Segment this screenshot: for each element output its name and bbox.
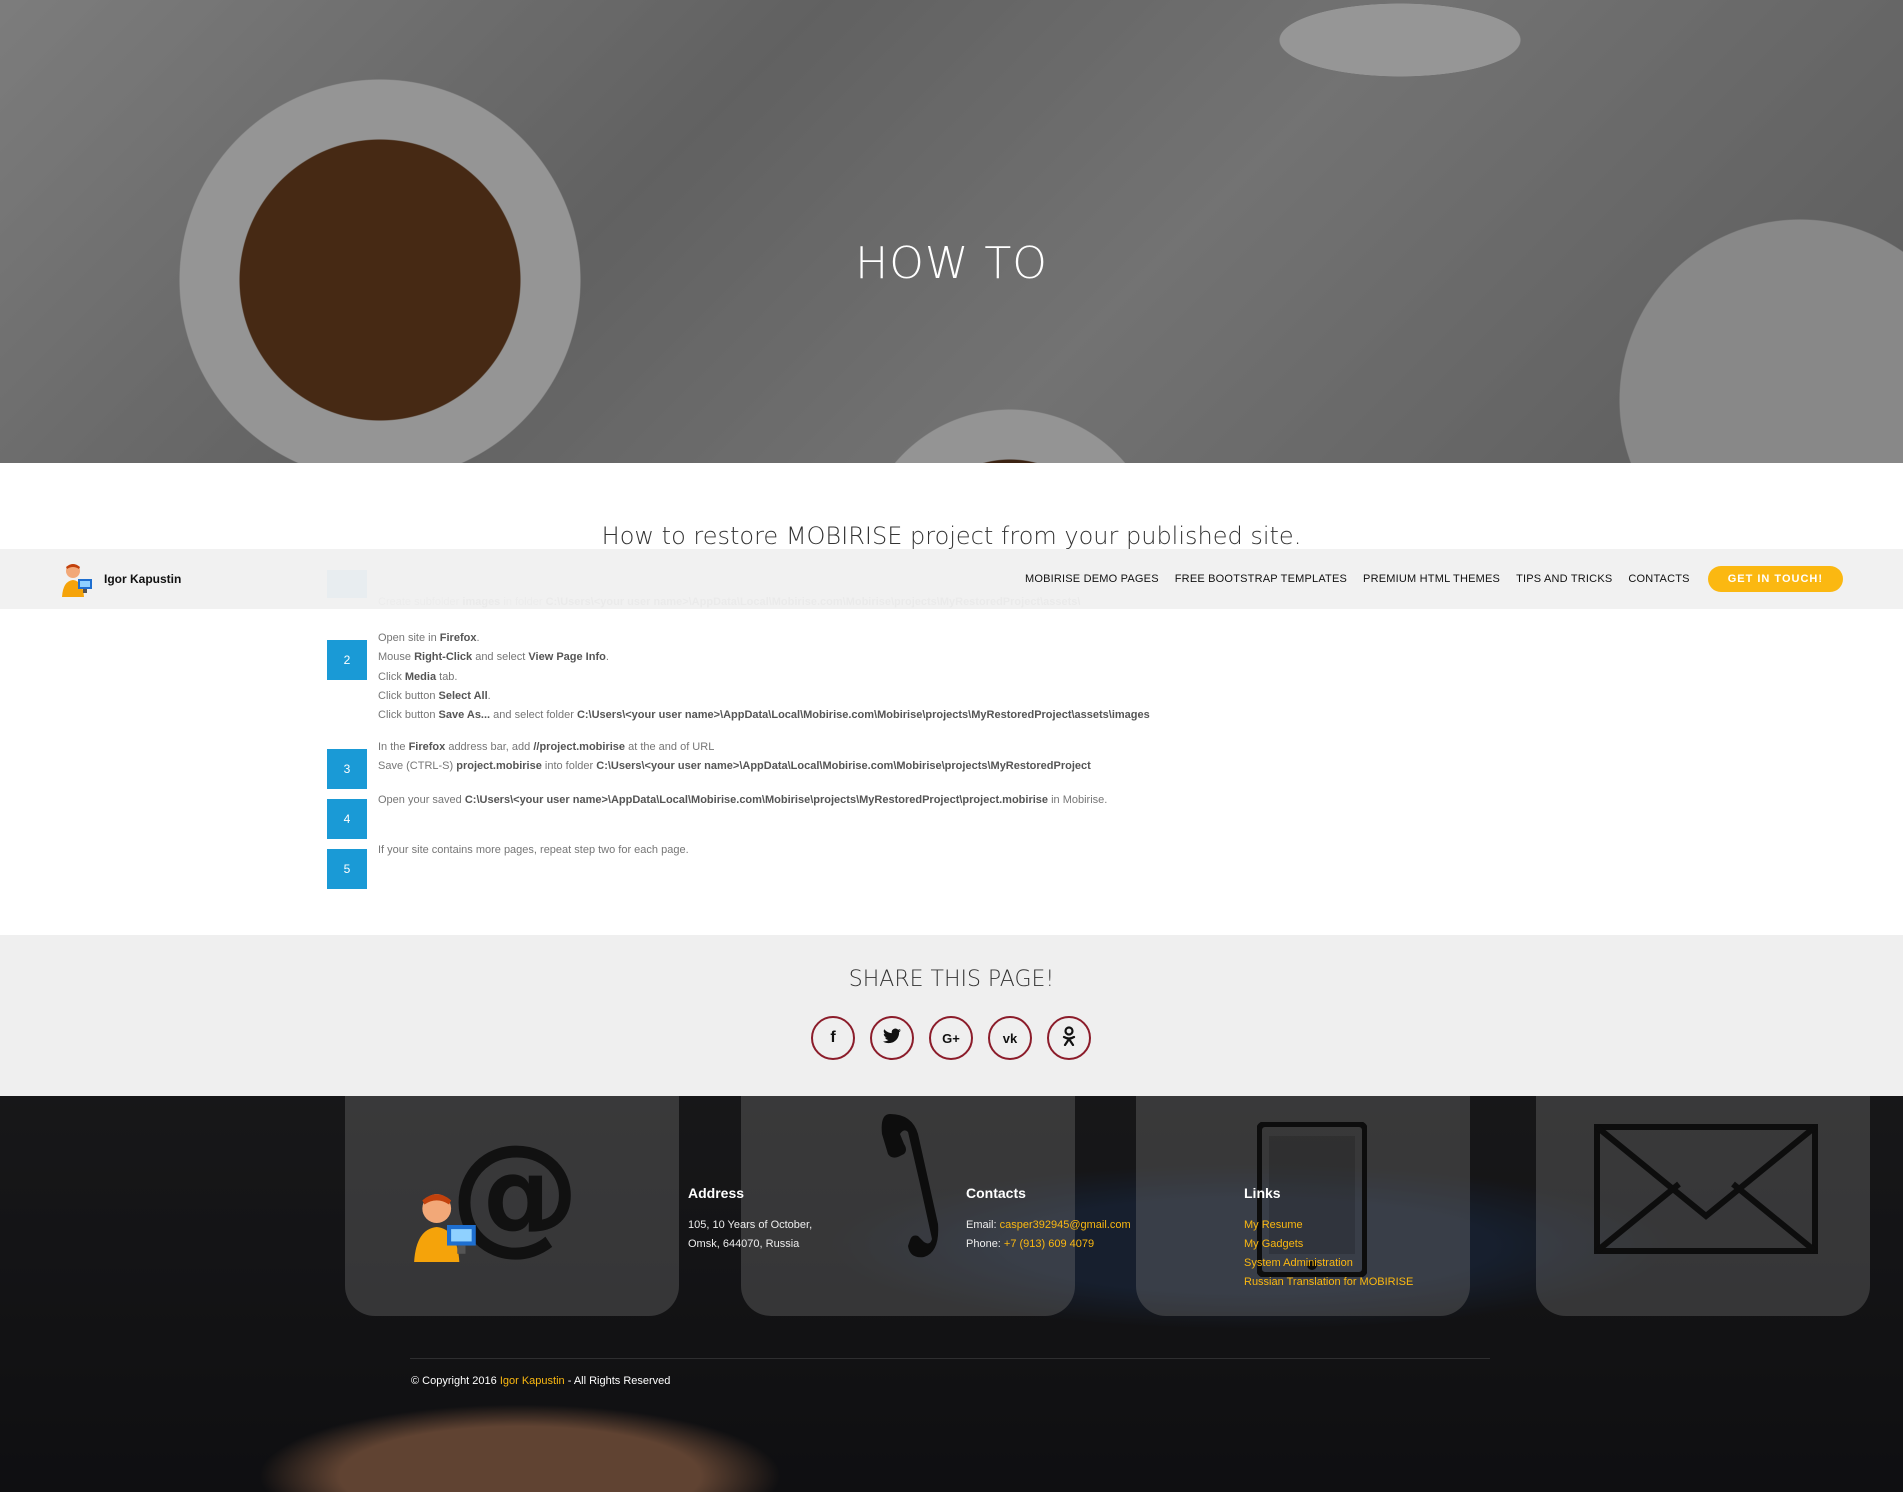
get-in-touch-button[interactable]: GET IN TOUCH! bbox=[1707, 566, 1843, 592]
phone-line: Phone: +7 (913) 609 4079 bbox=[966, 1235, 1131, 1254]
nav-item-free-templates[interactable]: FREE BOOTSTRAP TEMPLATES bbox=[1175, 573, 1347, 585]
step-line: Click button Save As... and select folde… bbox=[378, 709, 1150, 722]
copyright-suffix: - All Rights Reserved bbox=[564, 1375, 671, 1387]
share-buttons: f G+ vk bbox=[811, 1016, 1091, 1060]
phone-label: Phone: bbox=[966, 1238, 1004, 1250]
navbar: Igor Kapustin MOBIRISE DEMO PAGES FREE B… bbox=[0, 549, 1903, 609]
step-number: 5 bbox=[327, 849, 367, 889]
step-text: In the Firefox address bar, add //projec… bbox=[378, 738, 1091, 777]
phone-icon bbox=[880, 1114, 940, 1264]
nav-item-contacts[interactable]: CONTACTS bbox=[1628, 573, 1689, 585]
email-label: Email: bbox=[966, 1219, 1000, 1231]
address-heading: Address bbox=[688, 1185, 745, 1201]
envelope-icon bbox=[1594, 1124, 1818, 1259]
brand[interactable]: Igor Kapustin bbox=[60, 561, 181, 597]
vk-icon: vk bbox=[1002, 1030, 1018, 1046]
twitter-share-button[interactable] bbox=[870, 1016, 914, 1060]
links-heading: Links bbox=[1244, 1185, 1281, 1201]
footer: @ Address 105, 10 Years of October, Omsk… bbox=[0, 1096, 1903, 1492]
brand-name: Igor Kapustin bbox=[104, 572, 182, 586]
phone-link[interactable]: +7 (913) 609 4079 bbox=[1004, 1238, 1094, 1250]
footer-link-sysadmin[interactable]: System Administration bbox=[1244, 1257, 1353, 1269]
avatar-icon bbox=[410, 1188, 484, 1267]
step-text: Open your saved C:\Users\<your user name… bbox=[378, 791, 1107, 810]
footer-divider bbox=[410, 1358, 1490, 1359]
step-line: In the Firefox address bar, add //projec… bbox=[378, 741, 715, 753]
contacts-heading: Contacts bbox=[966, 1185, 1026, 1201]
links-column: Links My Resume My Gadgets System Admini… bbox=[1244, 1185, 1413, 1292]
copyright-prefix: © Copyright 2016 bbox=[411, 1375, 500, 1387]
copyright-author-link[interactable]: Igor Kapustin bbox=[500, 1375, 565, 1387]
address-line: Omsk, 644070, Russia bbox=[688, 1238, 800, 1250]
share-title: SHARE THIS PAGE! bbox=[848, 967, 1055, 992]
vk-share-button[interactable]: vk bbox=[988, 1016, 1032, 1060]
contacts-column: Contacts Email: casper392945@gmail.com P… bbox=[966, 1185, 1131, 1254]
nav-item-tips[interactable]: TIPS AND TRICKS bbox=[1516, 573, 1612, 585]
nav-links: MOBIRISE DEMO PAGES FREE BOOTSTRAP TEMPL… bbox=[1025, 566, 1843, 592]
step-text: Open site in Firefox. Mouse Right-Click a… bbox=[378, 629, 1150, 725]
google-plus-icon: G+ bbox=[942, 1030, 960, 1046]
hero-section: HOW TO bbox=[0, 0, 1903, 463]
footer-link-translation[interactable]: Russian Translation for MOBIRISE bbox=[1244, 1276, 1413, 1288]
footer-link-resume[interactable]: My Resume bbox=[1244, 1219, 1303, 1231]
step-line: If your site contains more pages, repeat… bbox=[378, 844, 689, 856]
step-line: Open your saved C:\Users\<your user name… bbox=[378, 794, 1108, 806]
step-number: 4 bbox=[327, 799, 367, 839]
step-line: Save (CTRL-S) project.mobirise into fold… bbox=[378, 760, 1091, 773]
odnoklassniki-share-button[interactable] bbox=[1047, 1016, 1091, 1060]
email-line: Email: casper392945@gmail.com bbox=[966, 1216, 1131, 1235]
page-title: HOW TO bbox=[855, 238, 1048, 289]
facebook-share-button[interactable]: f bbox=[811, 1016, 855, 1060]
copyright: © Copyright 2016 Igor Kapustin - All Rig… bbox=[411, 1375, 670, 1387]
step-number: 2 bbox=[327, 640, 367, 680]
address-line: 105, 10 Years of October, bbox=[688, 1219, 813, 1231]
step-text: If your site contains more pages, repeat… bbox=[378, 841, 689, 860]
nav-item-demo-pages[interactable]: MOBIRISE DEMO PAGES bbox=[1025, 573, 1159, 585]
step-line: Click button Select All. bbox=[378, 689, 491, 702]
step-number: 3 bbox=[327, 749, 367, 789]
section-subtitle: How to restore MOBIRISE project from you… bbox=[601, 522, 1302, 550]
facebook-icon: f bbox=[830, 1029, 836, 1046]
email-link[interactable]: casper392945@gmail.com bbox=[1000, 1219, 1131, 1231]
twitter-icon bbox=[883, 1028, 901, 1049]
address-column: Address 105, 10 Years of October, Omsk, … bbox=[688, 1185, 812, 1254]
odnoklassniki-icon bbox=[1062, 1025, 1076, 1051]
share-section: SHARE THIS PAGE! f G+ vk bbox=[0, 935, 1903, 1096]
step-line: Click Media tab. bbox=[378, 670, 458, 683]
step-line: Open site in Firefox. bbox=[378, 632, 480, 644]
avatar-icon bbox=[60, 561, 96, 597]
footer-link-gadgets[interactable]: My Gadgets bbox=[1244, 1238, 1303, 1250]
step-line: Mouse Right-Click and select View Page I… bbox=[378, 651, 609, 664]
google-plus-share-button[interactable]: G+ bbox=[929, 1016, 973, 1060]
nav-item-premium-themes[interactable]: PREMIUM HTML THEMES bbox=[1363, 573, 1500, 585]
